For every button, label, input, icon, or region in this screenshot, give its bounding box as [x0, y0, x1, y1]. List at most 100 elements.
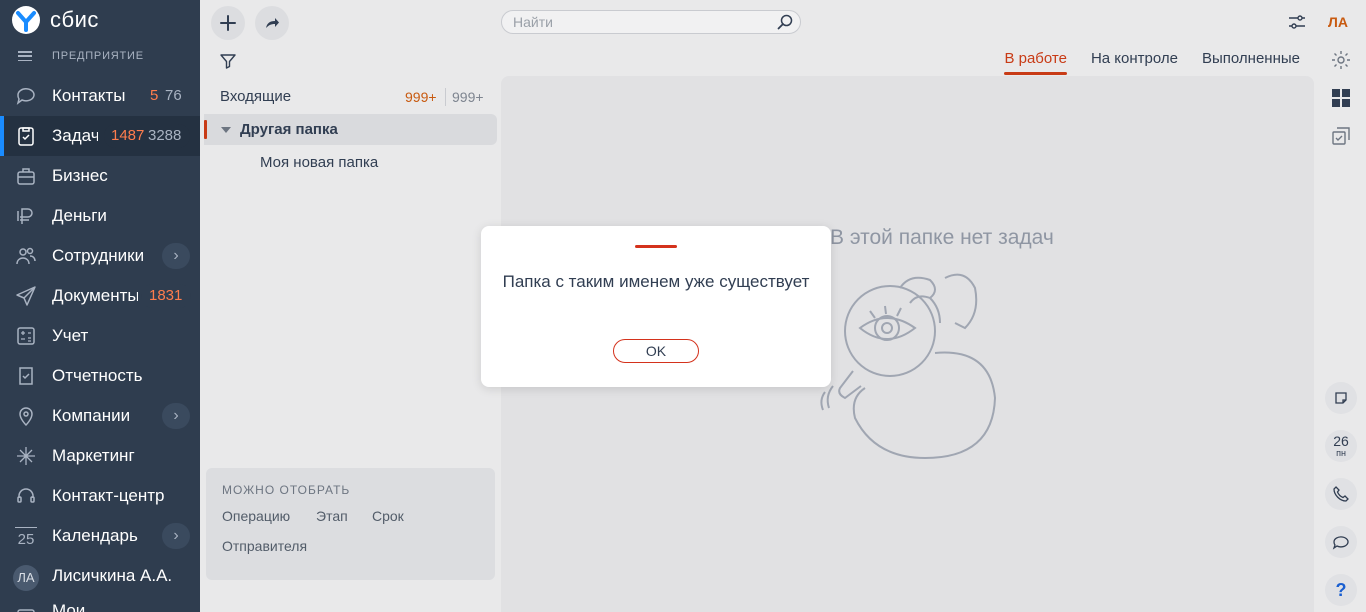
clipboard-check-icon — [15, 125, 37, 147]
chevron-right-icon[interactable]: › — [162, 243, 190, 269]
search-icon[interactable] — [776, 13, 794, 36]
brand-name: сбис — [50, 7, 99, 32]
briefcase-icon — [15, 165, 37, 187]
tasks-total-count[interactable]: 3288 — [148, 127, 181, 144]
sidebar-item-money[interactable]: Деньги — [0, 196, 200, 236]
filter-stage[interactable]: Этап — [316, 508, 348, 524]
menu-icon[interactable] — [18, 51, 32, 61]
sidebar-item-documents[interactable]: Документы 1831 — [0, 276, 200, 316]
paper-plane-icon — [15, 285, 37, 307]
search-box[interactable] — [501, 10, 801, 34]
sidebar-item-tasks[interactable]: Задачи 1487 3288 — [0, 116, 200, 156]
sidebar-item-accounting[interactable]: Учет — [0, 316, 200, 356]
org-label: ПРЕДПРИЯТИЕ — [52, 50, 144, 62]
tab-completed[interactable]: Выполненные — [1202, 50, 1300, 73]
tasks-check-icon[interactable] — [1328, 123, 1354, 149]
plus-icon — [220, 15, 236, 31]
phone-button[interactable] — [1325, 478, 1357, 510]
empty-magnifier-illustration — [820, 273, 997, 460]
sidebar-item-label: Календарь — [52, 526, 138, 545]
create-button[interactable] — [211, 6, 245, 40]
sidebar-item-label: Маркетинг — [52, 446, 135, 465]
chat-bubble-icon — [15, 85, 37, 107]
sidebar: сбис ПРЕДПРИЯТИЕ Контакты 5 76 Задачи 14… — [0, 0, 200, 612]
incoming-total-count[interactable]: 999+ — [452, 89, 484, 105]
sidebar-item-companies[interactable]: Компании › — [0, 396, 200, 436]
note-icon — [1335, 392, 1347, 404]
chat-icon — [1332, 536, 1349, 550]
sidebar-item-staff[interactable]: Сотрудники › — [0, 236, 200, 276]
sidebar-item-label: Контакты — [52, 86, 126, 105]
sidebar-item-calendar[interactable]: 25 Календарь › — [0, 516, 200, 556]
contacts-total-count[interactable]: 76 — [165, 87, 182, 104]
sidebar-item-business[interactable]: Бизнес — [0, 156, 200, 196]
sidebar-item-reports[interactable]: Отчетность — [0, 356, 200, 396]
folder-label: Входящие — [220, 88, 292, 105]
map-pin-icon — [15, 405, 37, 427]
sidebar-item-contact-center[interactable]: Контакт-центр — [0, 476, 200, 516]
dialog-accent-bar — [635, 245, 677, 248]
incoming-new-count[interactable]: 999+ — [405, 89, 437, 105]
sidebar-item-label: Учет — [52, 326, 89, 345]
right-rail: 26 пн ? — [1289, 0, 1366, 612]
report-check-icon — [15, 365, 37, 387]
count-divider — [445, 88, 446, 106]
empty-state-text: В этой папке нет задач — [830, 226, 1054, 249]
chat-button[interactable] — [1325, 526, 1357, 558]
caret-down-icon[interactable] — [221, 126, 231, 134]
sidebar-item-label: Задачи — [52, 126, 98, 145]
gear-icon[interactable] — [1328, 47, 1354, 73]
apps-grid-icon[interactable] — [1328, 85, 1354, 111]
calendar-icon: 25 — [15, 527, 37, 548]
contacts-new-count[interactable]: 5 — [150, 87, 158, 104]
calendar-day: 26 — [1333, 432, 1349, 449]
sidebar-item-marketing[interactable]: Маркетинг — [0, 436, 200, 476]
tab-on-control[interactable]: На контроле — [1091, 50, 1178, 73]
chevron-right-icon[interactable]: › — [162, 403, 190, 429]
brand-logo[interactable]: сбис — [12, 6, 99, 34]
forward-arrow-icon — [266, 18, 279, 28]
error-dialog: Папка с таким именем уже существует OK — [481, 226, 831, 387]
calendar-weekday: пн — [1336, 447, 1346, 458]
filter-sender[interactable]: Отправителя — [222, 538, 307, 554]
note-button[interactable] — [1325, 382, 1357, 414]
filter-panel-title: МОЖНО ОТОБРАТЬ — [222, 483, 351, 497]
tasks-new-count[interactable]: 1487 — [111, 127, 144, 144]
org-switcher[interactable]: ПРЕДПРИЯТИЕ — [18, 50, 144, 62]
sidebar-item-label: Отчетность — [52, 366, 143, 385]
sbis-logo-icon — [12, 6, 40, 34]
search-input[interactable] — [502, 11, 762, 33]
phone-icon — [1333, 486, 1349, 502]
avatar: ЛА — [13, 565, 39, 591]
folder-incoming[interactable]: Входящие 999+ 999+ — [204, 81, 497, 112]
sidebar-item-more[interactable]: Мои... — [0, 596, 200, 612]
chevron-right-icon[interactable]: › — [162, 523, 190, 549]
ok-button[interactable]: OK — [613, 339, 699, 363]
settings-sliders-icon[interactable] — [1284, 9, 1310, 35]
sidebar-item-contacts[interactable]: Контакты 5 76 — [0, 76, 200, 116]
sparkle-icon — [15, 445, 37, 467]
tab-in-progress[interactable]: В работе — [1004, 50, 1067, 75]
people-icon — [15, 245, 37, 267]
sidebar-item-label: Компании — [52, 406, 131, 425]
folder-label: Другая папка — [240, 121, 338, 138]
help-button[interactable]: ? — [1325, 574, 1357, 606]
sidebar-item-label: Лисичкина А.А. — [52, 566, 173, 585]
filter-operation[interactable]: Операцию — [222, 508, 290, 524]
filter-deadline[interactable]: Срок — [372, 508, 404, 524]
filter-panel: МОЖНО ОТОБРАТЬ Операцию Этап Срок Отправ… — [206, 468, 495, 580]
documents-new-count[interactable]: 1831 — [149, 287, 182, 304]
dialog-message: Папка с таким именем уже существует — [502, 272, 810, 291]
filter-icon[interactable] — [219, 52, 237, 75]
calculator-icon — [15, 325, 37, 347]
forward-button[interactable] — [255, 6, 289, 40]
folder-my-new[interactable]: Моя новая папка — [204, 147, 497, 178]
folder-other[interactable]: Другая папка — [204, 114, 497, 145]
sidebar-item-label: Контакт-центр — [52, 486, 165, 505]
sidebar-item-label: Сотрудники — [52, 246, 145, 265]
calendar-date-button[interactable]: 26 пн — [1325, 430, 1357, 462]
sidebar-item-label: Мои... — [52, 601, 100, 612]
folder-icon — [15, 605, 37, 612]
sidebar-item-user[interactable]: ЛА Лисичкина А.А. — [0, 556, 200, 596]
sidebar-item-label: Бизнес — [52, 166, 108, 185]
